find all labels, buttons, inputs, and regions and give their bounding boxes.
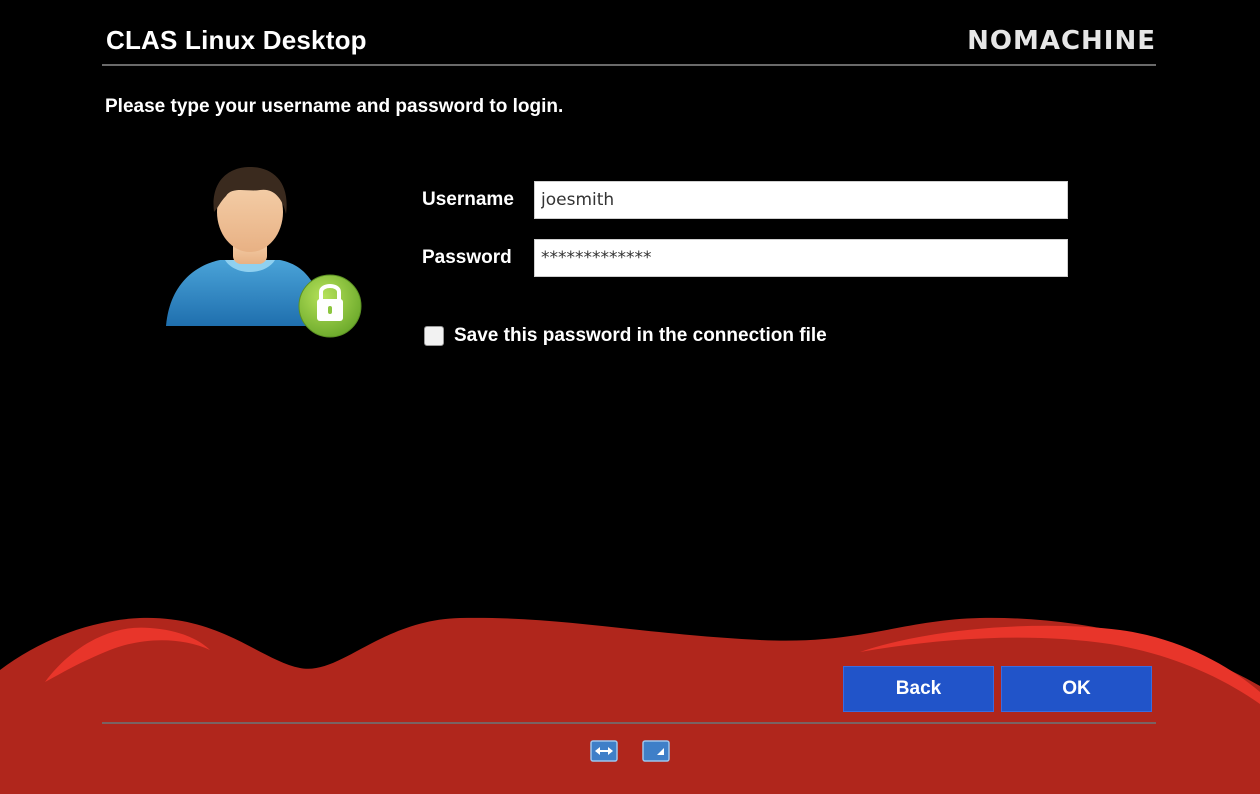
back-button[interactable]: Back <box>843 666 994 712</box>
password-input[interactable] <box>534 239 1068 277</box>
window-title: CLAS Linux Desktop <box>106 25 367 55</box>
save-password-label[interactable]: Save this password in the connection fil… <box>454 325 827 347</box>
header-divider <box>102 64 1156 66</box>
nomachine-login-window: CLAS Linux Desktop NOMACHINE Please type… <box>0 0 1260 794</box>
fit-to-window-icon[interactable] <box>590 740 618 762</box>
nomachine-logo: NOMACHINE <box>967 26 1156 56</box>
footer-divider <box>102 722 1156 724</box>
username-input[interactable] <box>534 181 1068 219</box>
username-label: Username <box>422 189 514 210</box>
header: CLAS Linux Desktop NOMACHINE <box>104 22 1156 64</box>
user-lock-icon <box>166 166 362 338</box>
ok-button[interactable]: OK <box>1001 666 1152 712</box>
resize-window-icon[interactable] <box>642 740 670 762</box>
login-instructions: Please type your username and password t… <box>105 96 564 117</box>
save-password-checkbox[interactable] <box>424 326 444 346</box>
password-label: Password <box>422 247 512 268</box>
